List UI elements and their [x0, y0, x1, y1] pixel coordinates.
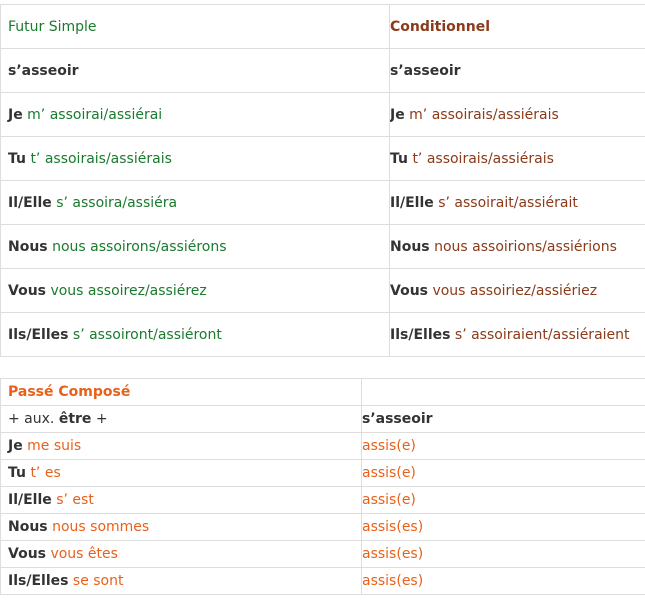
aux-suffix: + — [95, 411, 108, 427]
table-row: Nous nous sommes assis(es) — [0, 513, 645, 541]
empty-header-cell — [361, 378, 645, 406]
participle: assis(es) — [362, 573, 424, 589]
subject: Nous — [8, 238, 48, 255]
futur-form: s’ assoira/assiéra — [56, 194, 178, 211]
participle: assis(es) — [362, 546, 424, 562]
futur-form: m’ assoirai/assiérai — [27, 106, 163, 123]
participle: assis(e) — [362, 465, 416, 481]
subject: Je — [8, 438, 23, 454]
table-header-row: Futur Simple Conditionnel — [0, 4, 645, 49]
subject: Je — [390, 106, 405, 123]
verb-row: s’asseoir s’asseoir — [0, 48, 645, 93]
auxiliary: s’ est — [56, 492, 94, 508]
subject: Ils/Elles — [390, 326, 451, 343]
auxiliary: vous êtes — [50, 546, 118, 562]
futur-header: Futur Simple — [0, 4, 390, 49]
subject: Il/Elle — [8, 194, 52, 211]
conditionnel-form: t’ assoirais/assiérais — [412, 150, 554, 167]
table-row: Nous nous assoirons/assiérons Nous nous … — [0, 224, 645, 269]
conditionnel-header: Conditionnel — [389, 4, 645, 49]
conditionnel-form: m’ assoirais/assiérais — [409, 106, 559, 123]
table-row: Tu t’ assoirais/assiérais Tu t’ assoirai… — [0, 136, 645, 181]
auxiliary: se sont — [72, 573, 124, 589]
futur-form: nous assoirons/assiérons — [52, 238, 227, 255]
table-row: Ils/Elles se sont assis(es) — [0, 567, 645, 595]
subject: Tu — [8, 150, 26, 167]
aux-verb: être — [58, 411, 92, 427]
conditionnel-form: s’ assoirait/assiérait — [438, 194, 578, 211]
aux-prefix: + aux. — [8, 411, 55, 427]
participle: assis(es) — [362, 519, 424, 535]
auxiliary: me suis — [27, 438, 82, 454]
passe-compose-table: Passé Composé + aux. être + s’asseoir Je… — [0, 378, 645, 595]
table-row: Je m’ assoirai/assiérai Je m’ assoirais/… — [0, 92, 645, 137]
futur-form: vous assoirez/assiérez — [50, 282, 207, 299]
table-row: Il/Elle s’ assoira/assiéra Il/Elle s’ as… — [0, 180, 645, 225]
auxiliary: nous sommes — [52, 519, 150, 535]
futur-form: s’ assoiront/assiéront — [72, 326, 222, 343]
conditionnel-form: s’ assoiraient/assiéraient — [454, 326, 630, 343]
passe-compose-header: Passé Composé — [0, 378, 362, 406]
subject: Nous — [8, 519, 48, 535]
subject: Vous — [390, 282, 429, 299]
table-row: Vous vous êtes assis(es) — [0, 540, 645, 568]
participle: assis(e) — [362, 438, 416, 454]
auxiliary: t’ es — [30, 465, 61, 481]
subject: Vous — [8, 546, 46, 562]
conditionnel-verb: s’asseoir — [390, 62, 461, 79]
table-row: Tu t’ es assis(e) — [0, 459, 645, 487]
subject: Il/Elle — [390, 194, 434, 211]
subject: Ils/Elles — [8, 573, 69, 589]
subject: Vous — [8, 282, 46, 299]
subject: Ils/Elles — [8, 326, 69, 343]
passe-verb: s’asseoir — [362, 411, 433, 427]
table-header-row: Passé Composé — [0, 378, 645, 406]
table-row: Il/Elle s’ est assis(e) — [0, 486, 645, 514]
table-row: Je me suis assis(e) — [0, 432, 645, 460]
subject: Tu — [390, 150, 408, 167]
subject: Nous — [390, 238, 430, 255]
table-row: Vous vous assoirez/assiérez Vous vous as… — [0, 268, 645, 313]
participle: assis(e) — [362, 492, 416, 508]
futur-verb: s’asseoir — [8, 62, 79, 79]
conditionnel-form: nous assoirions/assiérions — [434, 238, 617, 255]
futur-conditionnel-table: Futur Simple Conditionnel s’asseoir s’as… — [0, 4, 645, 357]
subject: Je — [8, 106, 23, 123]
subject: Il/Elle — [8, 492, 52, 508]
aux-row: + aux. être + s’asseoir — [0, 405, 645, 433]
futur-form: t’ assoirais/assiérais — [30, 150, 172, 167]
conditionnel-form: vous assoiriez/assiériez — [432, 282, 598, 299]
table-row: Ils/Elles s’ assoiront/assiéront Ils/Ell… — [0, 312, 645, 357]
subject: Tu — [8, 465, 26, 481]
